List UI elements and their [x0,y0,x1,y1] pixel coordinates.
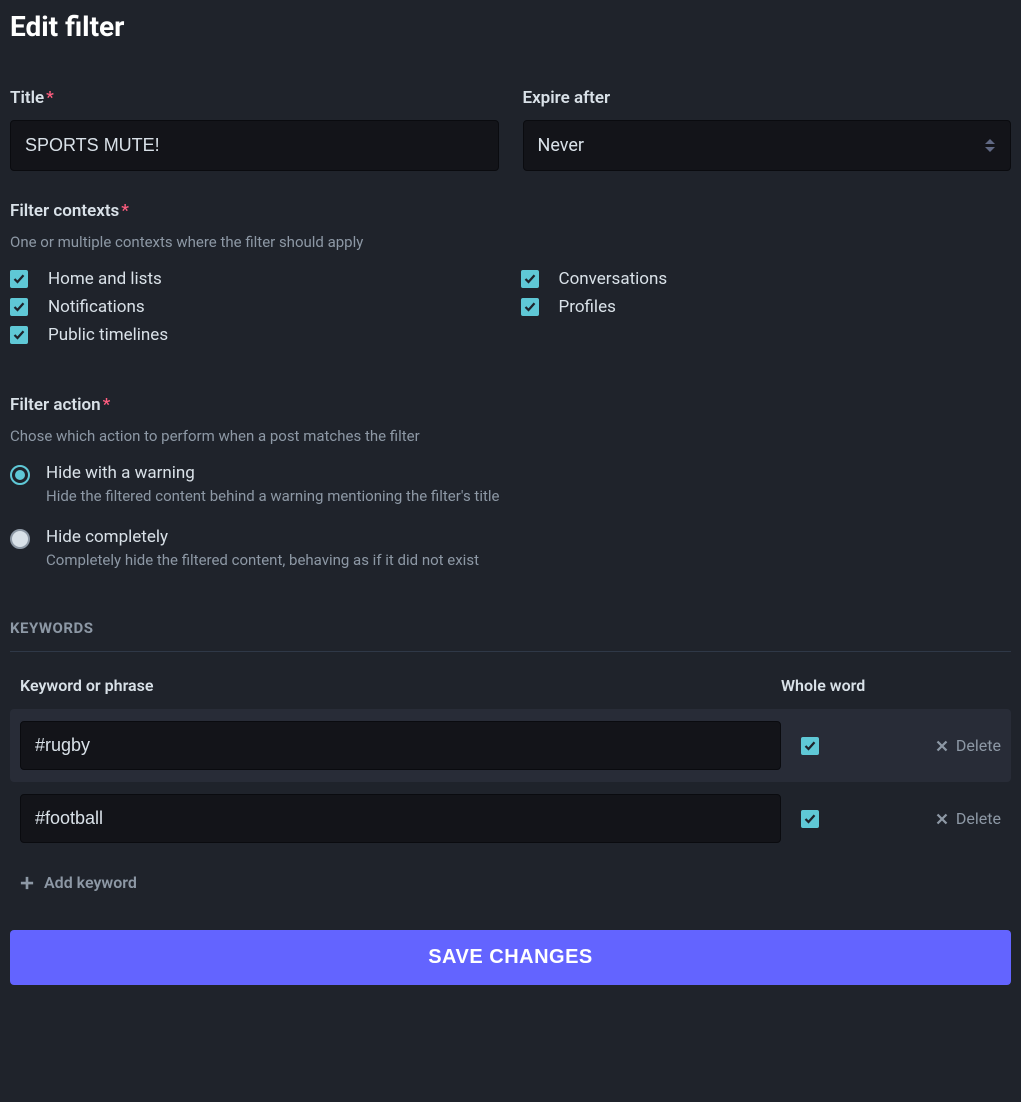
context-label: Public timelines [48,325,168,345]
whole-word-checkbox[interactable] [801,737,819,755]
delete-keyword-button[interactable]: Delete [901,736,1001,755]
delete-keyword-button[interactable]: Delete [901,809,1001,828]
context-label: Home and lists [48,269,162,289]
context-label: Profiles [559,297,616,317]
title-input[interactable] [10,120,499,171]
close-icon [936,740,948,752]
context-label: Notifications [48,297,145,317]
checkbox-icon[interactable] [10,326,28,344]
radio-title: Hide completely [46,527,479,547]
action-label: Filter action* [10,395,1011,415]
whole-word-checkbox[interactable] [801,810,819,828]
add-keyword-button[interactable]: Add keyword [10,855,1011,902]
keywords-heading: KEYWORDS [10,619,1011,652]
keyword-input[interactable] [20,794,781,843]
contexts-hint: One or multiple contexts where the filte… [10,233,1011,251]
select-arrows-icon [984,138,996,153]
checkbox-icon[interactable] [10,270,28,288]
column-header-whole-word: Whole word [781,676,901,695]
action-hide-completely[interactable]: Hide completely Completely hide the filt… [10,527,1011,569]
keyword-row: Delete [10,782,1011,855]
action-hint: Chose which action to perform when a pos… [10,427,1011,445]
radio-icon[interactable] [10,465,30,485]
checkbox-icon[interactable] [521,270,539,288]
context-label: Conversations [559,269,668,289]
expire-label: Expire after [523,88,1012,108]
contexts-label: Filter contexts* [10,201,1011,221]
context-conversations[interactable]: Conversations [521,269,1012,289]
plus-icon [20,876,34,890]
save-changes-button[interactable]: SAVE CHANGES [10,930,1011,985]
checkbox-icon[interactable] [521,298,539,316]
context-public-timelines[interactable]: Public timelines [10,325,501,345]
required-indicator: * [103,395,111,415]
context-notifications[interactable]: Notifications [10,297,501,317]
radio-icon[interactable] [10,529,30,549]
context-profiles[interactable]: Profiles [521,297,1012,317]
context-home-and-lists[interactable]: Home and lists [10,269,501,289]
expire-select-value: Never [538,135,585,156]
radio-hint: Hide the filtered content behind a warni… [46,487,499,505]
page-title: Edit filter [10,10,1011,43]
column-header-keyword: Keyword or phrase [20,676,781,695]
close-icon [936,813,948,825]
required-indicator: * [121,201,129,221]
expire-select[interactable]: Never [523,120,1012,171]
checkbox-icon[interactable] [10,298,28,316]
keyword-input[interactable] [20,721,781,770]
radio-title: Hide with a warning [46,463,499,483]
required-indicator: * [46,88,54,108]
keyword-row: Delete [10,709,1011,782]
radio-hint: Completely hide the filtered content, be… [46,551,479,569]
title-label: Title* [10,88,499,108]
action-hide-with-warning[interactable]: Hide with a warning Hide the filtered co… [10,463,1011,505]
